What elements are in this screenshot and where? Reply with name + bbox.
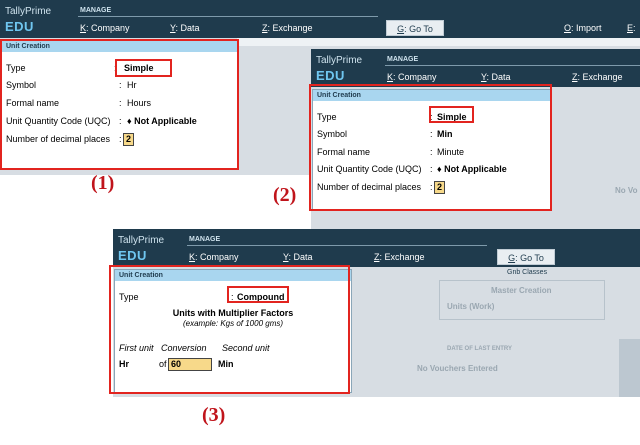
brand-tallyprime: TallyPrime bbox=[118, 235, 165, 246]
manage-label: MANAGE bbox=[80, 7, 112, 14]
highlight-type-3 bbox=[227, 286, 289, 303]
brand-edu: EDU bbox=[316, 68, 345, 83]
window1-right-strip bbox=[237, 38, 640, 46]
nav-divider bbox=[78, 16, 378, 17]
menu-data[interactable]: Y: Data bbox=[283, 252, 313, 262]
caption-1: (1) bbox=[91, 172, 115, 194]
caption-2: (2) bbox=[273, 184, 297, 206]
menu-exchange[interactable]: Z: Exchange bbox=[572, 72, 623, 82]
manage-label: MANAGE bbox=[387, 56, 419, 63]
menu-data[interactable]: Y: Data bbox=[481, 72, 511, 82]
brand-edu: EDU bbox=[5, 19, 34, 34]
nav-divider bbox=[187, 245, 487, 246]
menu-exchange[interactable]: Z: Exchange bbox=[374, 252, 425, 262]
brand-tallyprime: TallyPrime bbox=[316, 55, 363, 66]
goto-button[interactable]: G: Go To bbox=[386, 20, 444, 36]
bg-master-creation: Master Creation bbox=[491, 286, 552, 295]
bg-no-vouchers: No Vo bbox=[615, 186, 638, 195]
right-scroll-strip[interactable] bbox=[619, 339, 640, 397]
top-bar: TallyPrime EDU MANAGE K: Company Y: Data… bbox=[0, 0, 640, 38]
menu-company[interactable]: K: Company bbox=[189, 252, 239, 262]
menu-import[interactable]: O: Import bbox=[564, 23, 602, 33]
bg-units-work: Units (Work) bbox=[447, 302, 495, 311]
top-bar: TallyPrime EDU MANAGE K: Company Y: Data… bbox=[113, 229, 640, 267]
top-bar: TallyPrime EDU MANAGE K: Company Y: Data… bbox=[311, 49, 640, 87]
menu-exchange[interactable]: Z: Exchange bbox=[262, 23, 313, 33]
menu-company[interactable]: K: Company bbox=[80, 23, 130, 33]
bg-date-last-entry: DATE OF LAST ENTRY bbox=[447, 346, 512, 352]
gnb-classes-label: Gnb Classes bbox=[507, 269, 548, 276]
highlight-panel-3 bbox=[109, 265, 350, 394]
menu-data[interactable]: Y: Data bbox=[170, 23, 200, 33]
nav-divider bbox=[385, 65, 640, 66]
highlight-type-1 bbox=[115, 59, 172, 77]
bg-no-vouchers: No Vouchers Entered bbox=[417, 364, 498, 373]
goto-button[interactable]: G: Go To bbox=[497, 249, 555, 265]
menu-company[interactable]: K: Company bbox=[387, 72, 437, 82]
brand-tallyprime: TallyPrime bbox=[5, 6, 52, 17]
brand-edu: EDU bbox=[118, 248, 147, 263]
manage-label: MANAGE bbox=[189, 236, 221, 243]
menu-e[interactable]: E: bbox=[627, 23, 636, 33]
highlight-type-2 bbox=[429, 106, 474, 123]
highlight-panel-2 bbox=[309, 84, 552, 211]
caption-3: (3) bbox=[202, 404, 226, 426]
